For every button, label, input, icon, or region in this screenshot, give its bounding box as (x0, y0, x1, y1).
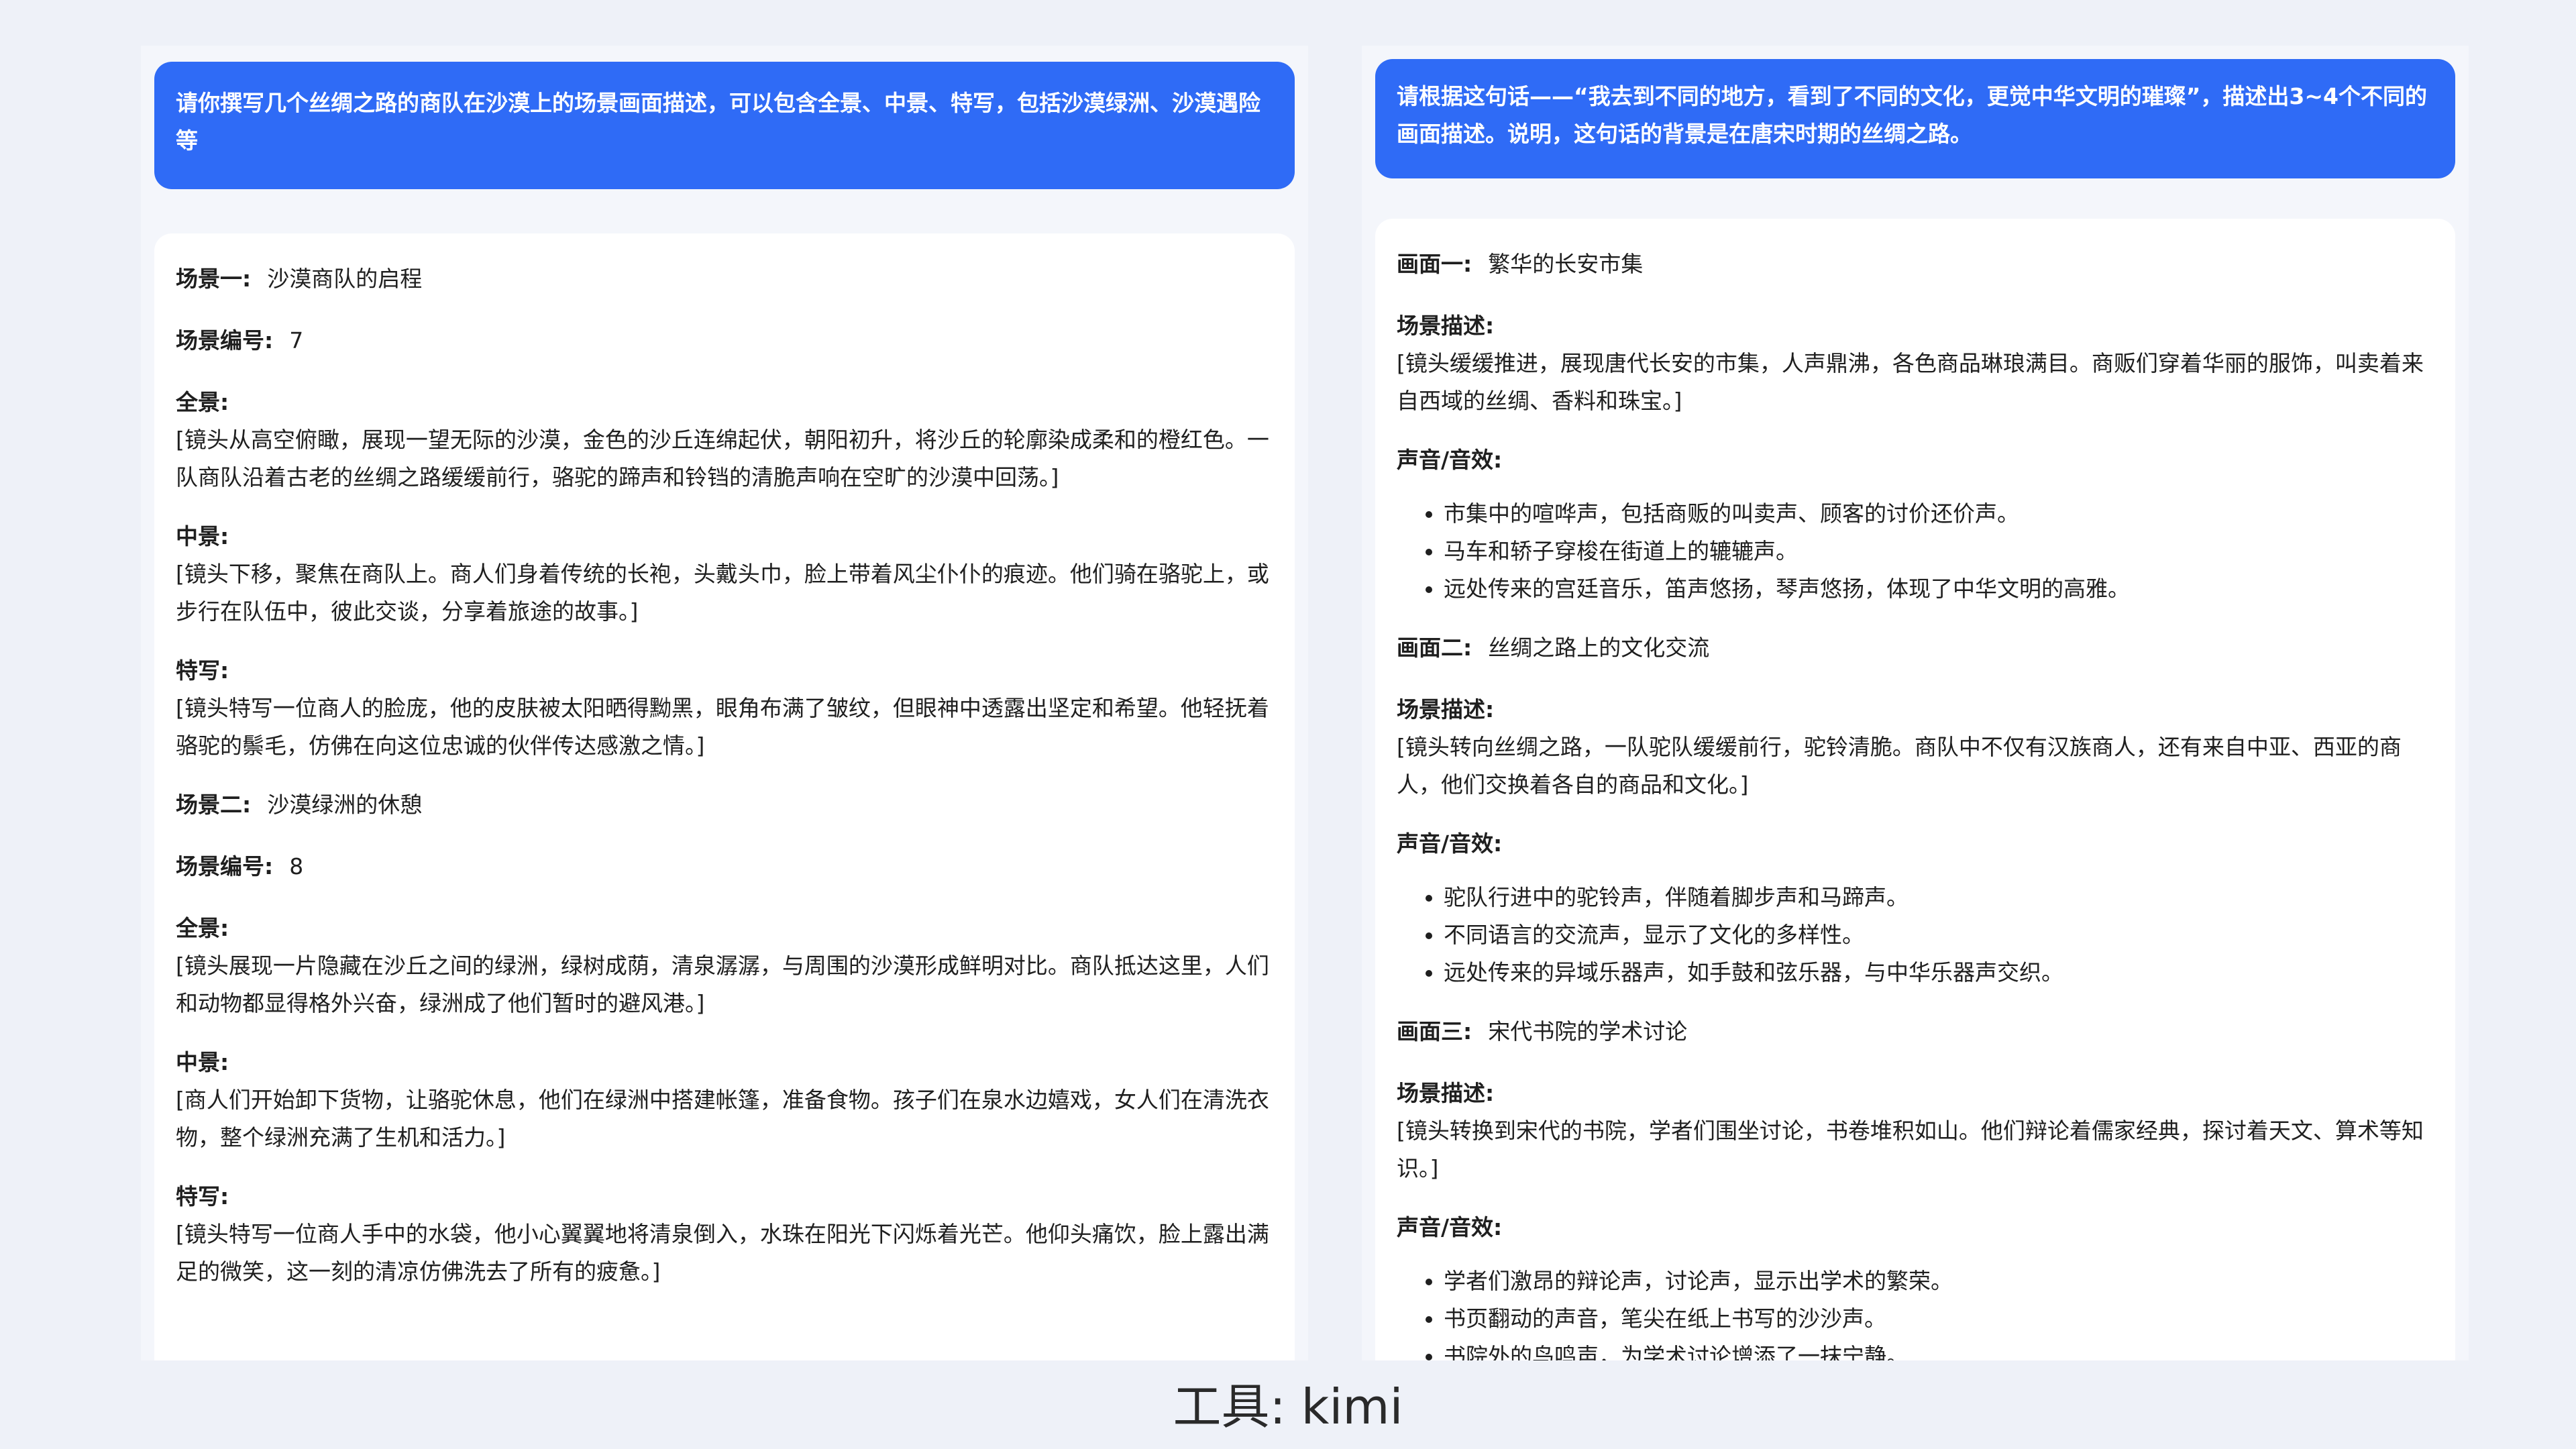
medium-shot-label: 中景: (176, 523, 229, 549)
picture-title-label: 画面三: (1397, 1018, 1472, 1044)
scene-description-label: 场景描述: (1397, 696, 1495, 722)
picture-title-label: 画面一: (1397, 251, 1472, 277)
medium-shot-text: [镜头下移，聚焦在商队上。商人们身着传统的长袍，头戴头巾，脸上带着风尘仆仆的痕迹… (176, 561, 1269, 625)
sound-effects-label: 声音/音效: (1397, 447, 1503, 473)
scene-number: 7 (289, 327, 304, 354)
scene-number-label: 场景编号: (176, 853, 274, 879)
right-user-prompt-bubble: 请根据这句话——“我去到不同的地方，看到了不同的文化，更觉中华文明的璀璨”，描述… (1375, 59, 2455, 178)
sound-effects-label: 声音/音效: (1397, 830, 1503, 857)
left-scene-2: 场景二: 沙漠绿洲的休憩 场景编号: 8 全景: [镜头展现一片隐藏在沙丘之间的绿洲… (176, 786, 1273, 1291)
left-user-prompt-bubble: 请你撰写几个丝绸之路的商队在沙漠上的场景画面描述，可以包含全景、中景、特写，包括… (154, 62, 1295, 189)
scene-title: 沙漠绿洲的休憩 (267, 792, 423, 818)
full-shot-text: [镜头展现一片隐藏在沙丘之间的绿洲，绿树成荫，清泉潺潺，与周围的沙漠形成鲜明对比… (176, 953, 1269, 1016)
full-shot-label: 全景: (176, 915, 229, 941)
close-up-text: [镜头特写一位商人的脸庞，他的皮肤被太阳晒得黝黑，眼角布满了皱纹，但眼神中透露出… (176, 695, 1269, 759)
list-item: 远处传来的异域乐器声，如手鼓和弦乐器，与中华乐器声交织。 (1444, 954, 2434, 991)
full-shot-label: 全景: (176, 389, 229, 415)
picture-title: 宋代书院的学术讨论 (1488, 1018, 1688, 1044)
right-chat-panel: 请根据这句话——“我去到不同的地方，看到了不同的文化，更觉中华文明的璀璨”，描述… (1362, 46, 2469, 1360)
scene-title-label: 场景二: (176, 792, 252, 818)
right-assistant-answer: 画面一: 繁华的长安市集 场景描述: [镜头缓缓推进，展现唐代长安的市集，人声鼎沸… (1375, 219, 2455, 1360)
sound-effects-list: 市集中的喧哗声，包括商贩的叫卖声、顾客的讨价还价声。 马车和轿子穿梭在街道上的辘… (1397, 495, 2434, 608)
left-chat-panel: 请你撰写几个丝绸之路的商队在沙漠上的场景画面描述，可以包含全景、中景、特写，包括… (141, 46, 1308, 1360)
tool-caption: 工具: kimi (1173, 1379, 1403, 1435)
scene-number-row: 场景编号: 8 (176, 848, 1273, 885)
scene-number: 8 (289, 853, 304, 879)
picture-title-row: 画面二: 丝绸之路上的文化交流 (1397, 629, 2434, 667)
right-user-prompt-text: 请根据这句话——“我去到不同的地方，看到了不同的文化，更觉中华文明的璀璨”，描述… (1397, 83, 2427, 147)
close-up-section: 特写: [镜头特写一位商人手中的水袋，他小心翼翼地将清泉倒入，水珠在阳光下闪烁着… (176, 1178, 1273, 1291)
scene-description-text: [镜头转换到宋代的书院，学者们围坐讨论，书卷堆积如山。他们辩论着儒家经典，探讨着… (1397, 1118, 2424, 1181)
right-scene-1: 画面一: 繁华的长安市集 场景描述: [镜头缓缓推进，展现唐代长安的市集，人声鼎沸… (1397, 246, 2434, 608)
list-item: 书页翻动的声音，笔尖在纸上书写的沙沙声。 (1444, 1300, 2434, 1338)
scene-number-row: 场景编号: 7 (176, 322, 1273, 360)
scene-description-label: 场景描述: (1397, 313, 1495, 339)
close-up-text: [镜头特写一位商人手中的水袋，他小心翼翼地将清泉倒入，水珠在阳光下闪烁着光芒。他… (176, 1221, 1269, 1285)
list-item: 马车和轿子穿梭在街道上的辘辘声。 (1444, 533, 2434, 570)
scene-number-label: 场景编号: (176, 327, 274, 354)
close-up-section: 特写: [镜头特写一位商人的脸庞，他的皮肤被太阳晒得黝黑，眼角布满了皱纹，但眼神… (176, 652, 1273, 765)
right-scene-3: 画面三: 宋代书院的学术讨论 场景描述: [镜头转换到宋代的书院，学者们围坐讨论，… (1397, 1013, 2434, 1360)
sound-effects-list: 驼队行进中的驼铃声，伴随着脚步声和马蹄声。 不同语言的交流声，显示了文化的多样性… (1397, 879, 2434, 991)
scene-description-label: 场景描述: (1397, 1080, 1495, 1106)
medium-shot-text: [商人们开始卸下货物，让骆驼休息，他们在绿洲中搭建帐篷，准备食物。孩子们在泉水边… (176, 1087, 1269, 1150)
picture-title-row: 画面三: 宋代书院的学术讨论 (1397, 1013, 2434, 1051)
full-shot-text: [镜头从高空俯瞰，展现一望无际的沙漠，金色的沙丘连绵起伏，朝阳初升，将沙丘的轮廓… (176, 427, 1269, 490)
right-scene-2: 画面二: 丝绸之路上的文化交流 场景描述: [镜头转向丝绸之路，一队驼队缓缓前行，… (1397, 629, 2434, 991)
picture-title: 繁华的长安市集 (1488, 251, 1644, 277)
scene-description-text: [镜头缓缓推进，展现唐代长安的市集，人声鼎沸，各色商品琳琅满目。商贩们穿着华丽的… (1397, 350, 2424, 414)
list-item: 驼队行进中的驼铃声，伴随着脚步声和马蹄声。 (1444, 879, 2434, 916)
sound-effects-list: 学者们激昂的辩论声，讨论声，显示出学术的繁荣。 书页翻动的声音，笔尖在纸上书写的… (1397, 1263, 2434, 1360)
close-up-label: 特写: (176, 1183, 229, 1210)
scene-description-text: [镜头转向丝绸之路，一队驼队缓缓前行，驼铃清脆。商队中不仅有汉族商人，还有来自中… (1397, 734, 2402, 798)
scene-description-section: 场景描述: [镜头转向丝绸之路，一队驼队缓缓前行，驼铃清脆。商队中不仅有汉族商人… (1397, 691, 2434, 804)
left-user-prompt-text: 请你撰写几个丝绸之路的商队在沙漠上的场景画面描述，可以包含全景、中景、特写，包括… (176, 90, 1260, 154)
scene-title-row: 场景二: 沙漠绿洲的休憩 (176, 786, 1273, 824)
left-scene-1: 场景一: 沙漠商队的启程 场景编号: 7 全景: [镜头从高空俯瞰，展现一望无际的沙… (176, 260, 1273, 765)
medium-shot-section: 中景: [镜头下移，聚焦在商队上。商人们身着传统的长袍，头戴头巾，脸上带着风尘仆… (176, 518, 1273, 631)
list-item: 市集中的喧哗声，包括商贩的叫卖声、顾客的讨价还价声。 (1444, 495, 2434, 533)
picture-title: 丝绸之路上的文化交流 (1488, 635, 1710, 661)
picture-title-label: 画面二: (1397, 635, 1472, 661)
scene-description-section: 场景描述: [镜头缓缓推进，展现唐代长安的市集，人声鼎沸，各色商品琳琅满目。商贩… (1397, 307, 2434, 420)
list-item: 不同语言的交流声，显示了文化的多样性。 (1444, 916, 2434, 954)
list-item: 远处传来的宫廷音乐，笛声悠扬，琴声悠扬，体现了中华文明的高雅。 (1444, 570, 2434, 608)
full-shot-section: 全景: [镜头从高空俯瞰，展现一望无际的沙漠，金色的沙丘连绵起伏，朝阳初升，将沙… (176, 384, 1273, 496)
full-shot-section: 全景: [镜头展现一片隐藏在沙丘之间的绿洲，绿树成荫，清泉潺潺，与周围的沙漠形成… (176, 910, 1273, 1022)
left-assistant-answer: 场景一: 沙漠商队的启程 场景编号: 7 全景: [镜头从高空俯瞰，展现一望无际的沙… (154, 233, 1295, 1360)
scene-description-section: 场景描述: [镜头转换到宋代的书院，学者们围坐讨论，书卷堆积如山。他们辩论着儒家… (1397, 1075, 2434, 1187)
sound-effects-label: 声音/音效: (1397, 1214, 1503, 1240)
medium-shot-label: 中景: (176, 1049, 229, 1075)
scene-title-row: 场景一: 沙漠商队的启程 (176, 260, 1273, 298)
medium-shot-section: 中景: [商人们开始卸下货物，让骆驼休息，他们在绿洲中搭建帐篷，准备食物。孩子们… (176, 1044, 1273, 1157)
picture-title-row: 画面一: 繁华的长安市集 (1397, 246, 2434, 283)
scene-title-label: 场景一: (176, 266, 252, 292)
close-up-label: 特写: (176, 657, 229, 684)
scene-title: 沙漠商队的启程 (267, 266, 423, 292)
list-item: 书院外的鸟鸣声，为学术讨论增添了一抹宁静。 (1444, 1338, 2434, 1360)
list-item: 学者们激昂的辩论声，讨论声，显示出学术的繁荣。 (1444, 1263, 2434, 1300)
